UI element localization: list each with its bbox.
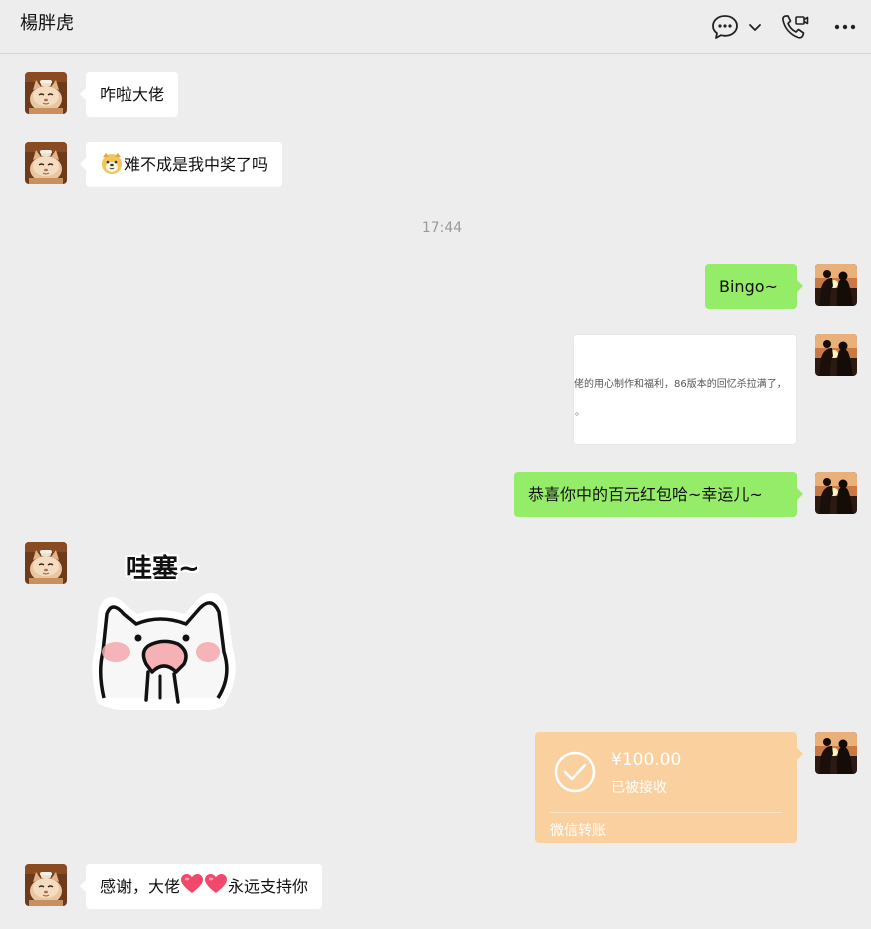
more-button[interactable] [832, 14, 858, 40]
chat-title: 楊胖虎 [20, 13, 74, 34]
message-text: 感谢，大佬 [100, 877, 181, 896]
chat-bubble-icon [712, 15, 738, 39]
cat-sticker-icon [92, 593, 236, 710]
heart-emoji-icon [205, 874, 228, 893]
message-text: 永远支持你 [228, 877, 309, 896]
message-text: Bingo~ [719, 277, 778, 296]
dropdown-button[interactable] [747, 14, 763, 40]
transfer-amount: ¥100.00 [611, 750, 682, 770]
link-card-text-2: 。 [575, 407, 585, 418]
my-avatar[interactable] [815, 334, 857, 376]
message-timestamp: 17:44 [421, 220, 463, 236]
transfer-divider [550, 812, 782, 813]
transfer-card[interactable]: ¥100.00 已被接收 微信转账 [535, 732, 803, 843]
chevron-down-icon [749, 24, 761, 31]
contact-avatar[interactable] [25, 72, 67, 114]
my-avatar[interactable] [815, 264, 857, 306]
contact-avatar[interactable] [25, 142, 67, 184]
message-text: 恭喜你中的百元红包哈~幸运儿~ [528, 485, 763, 504]
more-icon [834, 24, 856, 30]
contact-avatar[interactable] [25, 542, 67, 584]
chat-header: 楊胖虎 [0, 0, 871, 54]
transfer-status: 已被接收 [611, 780, 667, 796]
message-text: 咋啦大佬 [100, 85, 165, 104]
message-bubble[interactable]: Bingo~ [705, 264, 803, 309]
my-avatar[interactable] [815, 732, 857, 774]
dog-face-emoji-icon [102, 153, 122, 174]
message-text: 难不成是我中奖了吗 [124, 155, 269, 174]
check-circle-icon [554, 751, 596, 793]
heart-emoji-icon [181, 874, 204, 893]
message-bubble[interactable]: 感谢，大佬 永远支持你 [79, 864, 323, 909]
link-card-text: 佬的用心制作和福利，86版本的回忆杀拉满了， [574, 379, 787, 390]
my-avatar[interactable] [815, 472, 857, 514]
message-bubble[interactable]: 恭喜你中的百元红包哈~幸运儿~ [514, 472, 803, 517]
message-bubble[interactable]: 咋啦大佬 [79, 72, 179, 117]
transfer-label: 微信转账 [550, 823, 606, 839]
contact-avatar[interactable] [25, 864, 67, 906]
chat-button[interactable] [711, 14, 739, 40]
message-bubble[interactable]: 难不成是我中奖了吗 [79, 142, 283, 187]
sticker[interactable]: 哇塞~ [90, 540, 240, 710]
video-call-icon [782, 15, 809, 39]
call-button[interactable] [780, 14, 810, 40]
link-card[interactable]: 佬的用心制作和福利，86版本的回忆杀拉满了， 。 [573, 334, 797, 445]
